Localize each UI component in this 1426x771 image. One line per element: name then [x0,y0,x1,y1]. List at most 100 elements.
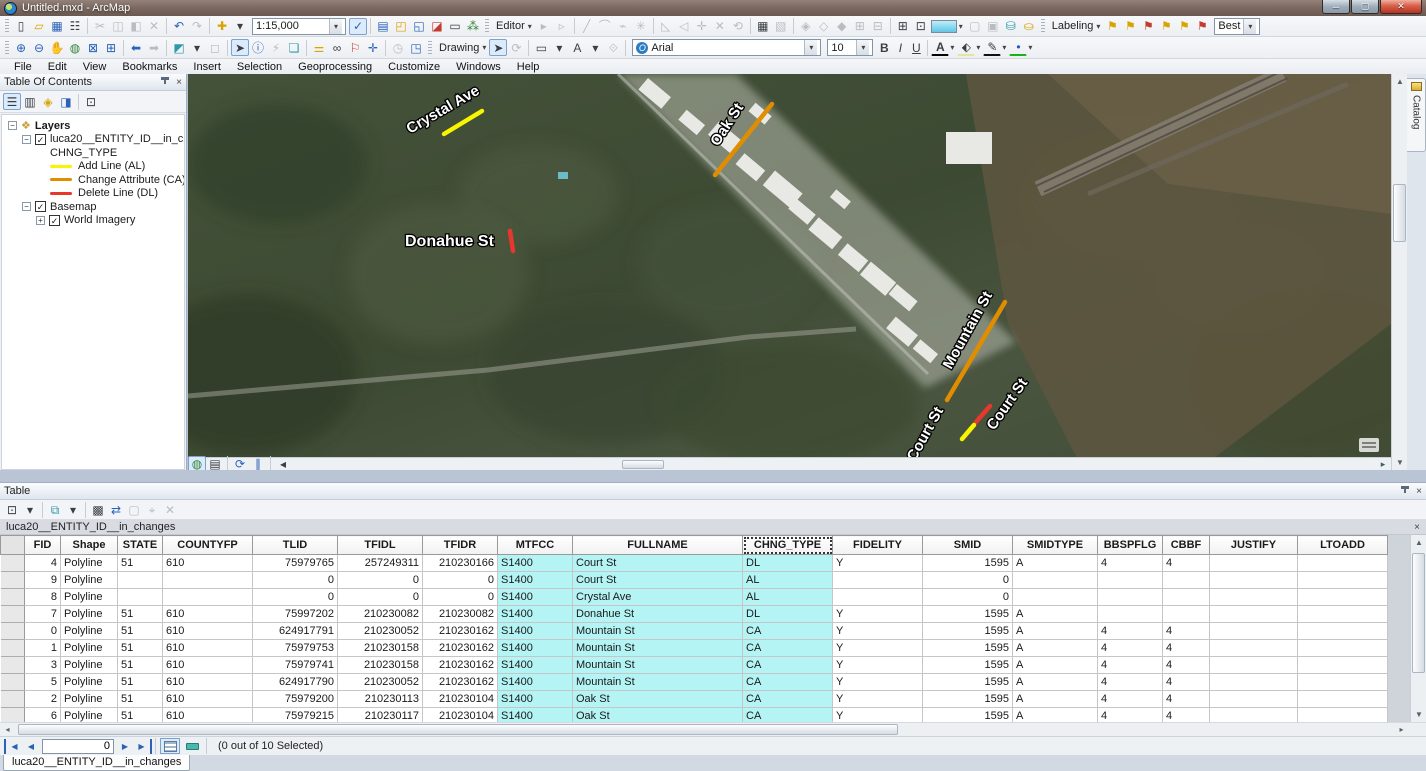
attribute-table[interactable]: FIDShapeSTATECOUNTYFPTLIDTFIDLTFIDRMTFCC… [0,535,1388,722]
table-sheet-tab[interactable]: luca20__ENTITY_ID__in_changes [3,755,190,771]
cell-tlid[interactable]: 75979741 [253,657,338,674]
cell-mtfcc[interactable]: S1400 [498,555,573,572]
line-color-caret-icon[interactable]: ▾ [1002,43,1006,52]
font-size-caret-icon[interactable]: ▾ [856,40,869,55]
clear-table-selection-icon[interactable]: ▢ [125,501,143,518]
cut-icon[interactable]: ✂ [91,18,109,35]
show-selected-records-button[interactable] [182,738,202,754]
cell-justify[interactable] [1210,589,1298,606]
zoom-in-icon[interactable]: ⊕ [12,39,30,56]
toc-layer-basemap[interactable]: Basemap [50,201,96,213]
cell-shape[interactable]: Polyline [61,555,118,572]
cell-chng_type[interactable]: CA [743,623,833,640]
column-header-ltoadd[interactable]: LTOADD [1298,536,1388,555]
rotate-element-icon[interactable]: ⟳ [507,39,525,56]
cell-ltoadd[interactable] [1298,640,1388,657]
cell-chng_type[interactable]: DL [743,606,833,623]
cell-cbbf[interactable] [1163,589,1210,606]
font-size-combobox[interactable]: 10 ▾ [827,39,873,56]
cell-fid[interactable]: 3 [25,657,61,674]
swatch-caret-icon[interactable]: ▾ [959,22,963,31]
row-selector-cell[interactable] [1,572,25,589]
cell-tfidl[interactable]: 210230113 [338,691,423,708]
print-icon[interactable]: ☷ [66,18,84,35]
cell-fidelity[interactable]: Y [833,657,923,674]
cell-justify[interactable] [1210,674,1298,691]
rotate-tool-icon[interactable]: ✕ [711,18,729,35]
attribute-transfer-icon[interactable]: ⛀ [1020,18,1038,35]
scroll-up-icon[interactable]: ▲ [1392,74,1408,89]
italic-button[interactable]: I [892,39,908,56]
line-color-button[interactable]: ✎ [983,39,1001,56]
cell-smid[interactable]: 1595 [923,708,1013,723]
cell-chng_type[interactable]: CA [743,691,833,708]
python-window-icon[interactable]: ▭ [446,18,464,35]
select-elements-icon[interactable]: ➤ [231,39,249,56]
cell-bbspflg[interactable]: 4 [1098,623,1163,640]
cell-fid[interactable]: 6 [25,708,61,723]
column-header-fidelity[interactable]: FIDELITY [833,536,923,555]
cell-tlid[interactable]: 75979765 [253,555,338,572]
row-selector-cell[interactable] [1,589,25,606]
font-color-caret-icon[interactable]: ▾ [950,43,954,52]
map-horizontal-scrollbar[interactable] [292,458,1375,471]
go-forward-extent-icon[interactable]: ➡ [145,39,163,56]
cell-countyfp[interactable] [163,572,253,589]
column-header-countyfp[interactable]: COUNTYFP [163,536,253,555]
column-header-shape[interactable]: Shape [61,536,118,555]
cell-mtfcc[interactable]: S1400 [498,606,573,623]
cell-smid[interactable]: 1595 [923,606,1013,623]
row-selector-header[interactable] [1,536,25,555]
hyperlink-icon[interactable]: ⚡ [267,39,285,56]
cell-chng_type[interactable]: CA [743,708,833,723]
cell-tlid[interactable]: 75979215 [253,708,338,723]
hscroll-left-arrow[interactable]: ◂ [0,723,15,736]
cell-fidelity[interactable]: Y [833,674,923,691]
cell-mtfcc[interactable]: S1400 [498,657,573,674]
related-tables-caret-icon[interactable]: ▾ [64,501,82,518]
table-row[interactable]: 4Polyline5161075979765257249311210230166… [1,555,1388,572]
cell-cbbf[interactable]: 4 [1163,657,1210,674]
cell-shape[interactable]: Polyline [61,674,118,691]
cell-fullname[interactable]: Donahue St [573,606,743,623]
time-slider-icon[interactable]: ◷ [389,39,407,56]
editor-menu[interactable]: Editor [496,20,525,32]
cell-shape[interactable]: Polyline [61,572,118,589]
pan-icon[interactable]: ✋ [48,39,66,56]
cell-shape[interactable]: Polyline [61,657,118,674]
column-header-fid[interactable]: FID [25,536,61,555]
column-header-smidtype[interactable]: SMIDTYPE [1013,536,1098,555]
next-record-button[interactable]: ▶ [116,739,134,754]
cell-bbspflg[interactable]: 4 [1098,640,1163,657]
cell-justify[interactable] [1210,572,1298,589]
row-selector-cell[interactable] [1,691,25,708]
label-weight-icon[interactable]: ⚑ [1139,18,1157,35]
menu-insert[interactable]: Insert [185,60,229,74]
bold-button[interactable]: B [876,39,892,56]
toolbar-grip[interactable] [428,41,432,55]
cell-mtfcc[interactable]: S1400 [498,708,573,723]
labeling-method-combobox[interactable]: Best ▾ [1214,18,1260,35]
cell-state[interactable]: 51 [118,623,163,640]
add-data-icon[interactable]: ✚ [213,18,231,35]
select-by-attributes-icon[interactable]: ▩ [89,501,107,518]
cell-fidelity[interactable]: Y [833,640,923,657]
cell-state[interactable]: 51 [118,606,163,623]
cell-tlid[interactable]: 624917791 [253,623,338,640]
endpoint-arc-icon[interactable]: ⌒ [596,18,614,35]
layer-checkbox[interactable]: ✓ [49,215,60,226]
cell-fullname[interactable]: Crystal Ave [573,589,743,606]
cell-fullname[interactable]: Oak St [573,691,743,708]
cell-cbbf[interactable]: 4 [1163,623,1210,640]
cell-tlid[interactable]: 75997202 [253,606,338,623]
cell-smidtype[interactable]: A [1013,674,1098,691]
cell-smidtype[interactable]: A [1013,691,1098,708]
cell-chng_type[interactable]: AL [743,572,833,589]
cell-ltoadd[interactable] [1298,691,1388,708]
cell-tfidl[interactable]: 257249311 [338,555,423,572]
cell-chng_type[interactable]: CA [743,657,833,674]
find-route-icon[interactable]: ⚐ [346,39,364,56]
text-caret-icon[interactable]: ▾ [586,39,604,56]
donahue-st-line[interactable] [510,231,513,251]
undo-icon[interactable]: ↶ [170,18,188,35]
